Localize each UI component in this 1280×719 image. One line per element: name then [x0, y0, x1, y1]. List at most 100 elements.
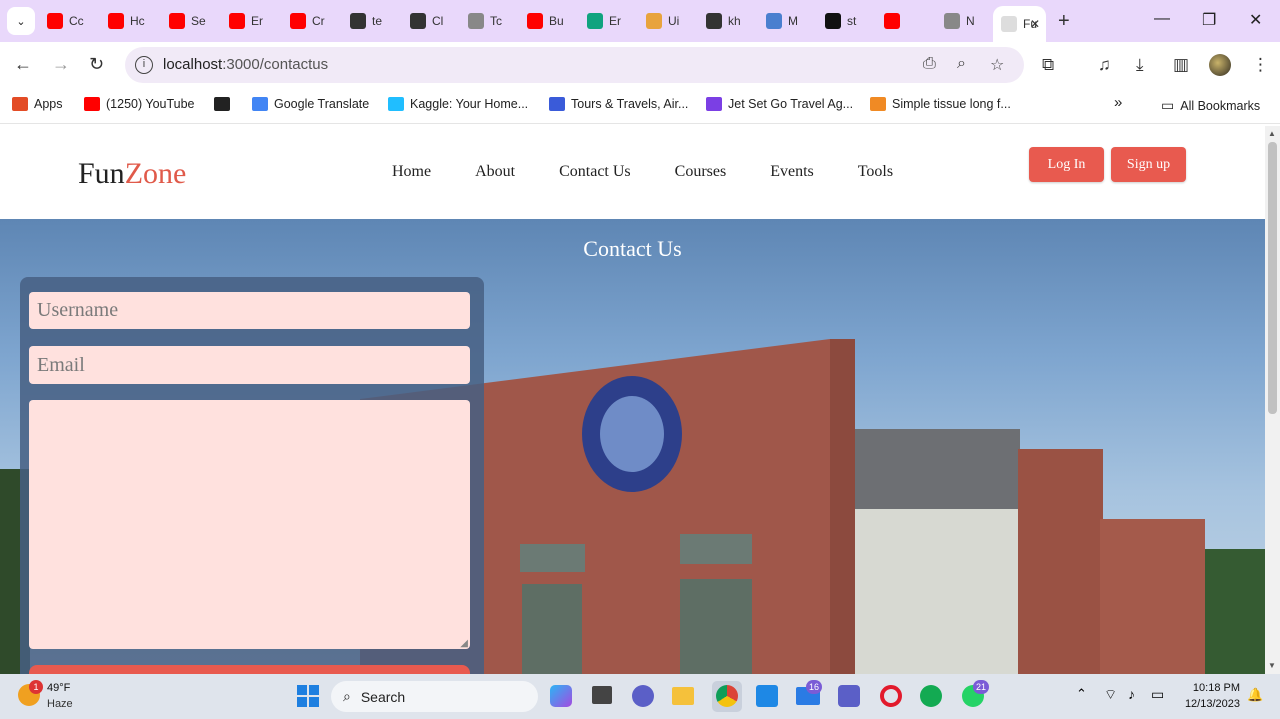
bookmark-item[interactable]: (1250) YouTube: [84, 97, 195, 111]
address-bar[interactable]: i localhost:3000/contactus ⎙ ⌕ ☆: [125, 47, 1024, 83]
browser-tab[interactable]: Hc: [108, 8, 145, 34]
page-title: Contact Us: [583, 236, 682, 261]
menu-icon[interactable]: ⋮: [1252, 55, 1269, 75]
scroll-up-icon[interactable]: ▲: [1268, 129, 1276, 138]
browser-tab[interactable]: N: [944, 8, 975, 34]
bookmark-icon: [252, 97, 268, 111]
show-hidden-icons[interactable]: ⌃: [1076, 686, 1087, 702]
opera-icon[interactable]: [880, 685, 902, 707]
bookmark-label: Simple tissue long f...: [892, 97, 1011, 111]
bookmark-icon: [12, 97, 28, 111]
bookmark-item[interactable]: [214, 97, 236, 111]
active-tab[interactable]: Fu ✕: [993, 6, 1046, 42]
zoom-icon[interactable]: ⌕: [957, 55, 966, 73]
tab-favicon: [884, 13, 900, 29]
bookmark-icon: [549, 97, 565, 111]
browser-tab[interactable]: Tc: [468, 8, 502, 34]
site-logo[interactable]: FunZone: [78, 157, 186, 191]
close-tab-icon[interactable]: ✕: [1030, 17, 1040, 31]
browser-tab[interactable]: Er: [229, 8, 263, 34]
page-viewport: FunZone Home About Contact Us Courses Ev…: [0, 126, 1265, 674]
side-panel-icon[interactable]: ▥: [1173, 55, 1189, 75]
mongodb-compass-icon[interactable]: [920, 685, 942, 707]
nav-home[interactable]: Home: [392, 163, 431, 181]
url-text[interactable]: localhost:3000/contactus: [163, 56, 328, 73]
browser-tab[interactable]: Bu: [527, 8, 564, 34]
windows-start-icon[interactable]: [297, 685, 319, 707]
clock-time[interactable]: 10:18 PM: [1182, 682, 1240, 694]
browser-tab[interactable]: Se: [169, 8, 206, 34]
taskbar-search[interactable]: ⌕ Search: [331, 681, 538, 712]
browser-tab[interactable]: te: [350, 8, 382, 34]
teams-meet-icon[interactable]: [632, 685, 654, 707]
bookmarks-overflow-icon[interactable]: »: [1114, 94, 1122, 111]
extensions-icon[interactable]: ⧉: [1042, 55, 1054, 75]
browser-tab[interactable]: kh: [706, 8, 741, 34]
bookmark-item[interactable]: Apps: [12, 97, 63, 111]
profile-avatar[interactable]: [1209, 54, 1231, 76]
bookmark-item[interactable]: Google Translate: [252, 97, 369, 111]
chrome-taskbar-button[interactable]: [712, 681, 742, 712]
browser-tab[interactable]: Cr: [290, 8, 325, 34]
nav-tools[interactable]: Tools: [858, 163, 893, 181]
tab-search-dropdown[interactable]: ⌄: [7, 7, 35, 35]
login-button[interactable]: Log In: [1029, 147, 1104, 182]
tab-label: Cr: [312, 14, 325, 28]
bookmark-label: Jet Set Go Travel Ag...: [728, 97, 854, 111]
taskbar: 1 49°F Haze ⌕ Search 16 21 ⌃ ⌔ ♪ ▭ 10:18…: [0, 674, 1280, 719]
install-app-icon[interactable]: ⎙: [923, 55, 936, 73]
bookmark-item[interactable]: Jet Set Go Travel Ag...: [706, 97, 853, 111]
browser-tab[interactable]: Cc: [47, 8, 84, 34]
close-window-button[interactable]: ✕: [1249, 10, 1262, 30]
browser-tab[interactable]: Er: [587, 8, 621, 34]
browser-tab[interactable]: st: [825, 8, 856, 34]
back-icon[interactable]: ←: [14, 54, 32, 75]
forward-icon[interactable]: →: [52, 54, 70, 75]
scroll-thumb[interactable]: [1268, 142, 1277, 414]
message-textarea[interactable]: ◢: [29, 400, 470, 649]
nav-events[interactable]: Events: [770, 163, 814, 181]
browser-tab[interactable]: Ui: [646, 8, 679, 34]
browser-tab[interactable]: [884, 8, 906, 34]
nav-courses[interactable]: Courses: [675, 163, 727, 181]
scroll-down-icon[interactable]: ▼: [1268, 661, 1276, 670]
volume-icon[interactable]: ♪: [1128, 686, 1135, 702]
download-icon[interactable]: ⤓: [1136, 55, 1144, 75]
tab-favicon: [410, 13, 426, 29]
signup-button[interactable]: Sign up: [1111, 147, 1186, 182]
teams-icon[interactable]: [838, 685, 860, 707]
bookmark-icon: [214, 97, 230, 111]
wifi-icon[interactable]: ⌔: [1104, 686, 1117, 704]
clock-date[interactable]: 12/13/2023: [1175, 698, 1240, 710]
maximize-button[interactable]: ❐: [1202, 10, 1216, 30]
page-scrollbar[interactable]: ▲ ▼: [1265, 126, 1280, 674]
nav-about[interactable]: About: [475, 163, 515, 181]
username-input[interactable]: Username: [29, 292, 470, 329]
bookmark-item[interactable]: Simple tissue long f...: [870, 97, 1011, 111]
all-bookmarks-folder[interactable]: ▭ All Bookmarks: [1161, 97, 1260, 114]
weather-desc: Haze: [47, 698, 73, 710]
bookmark-item[interactable]: Tours & Travels, Air...: [549, 97, 688, 111]
reload-icon[interactable]: ↻: [89, 54, 104, 75]
resize-handle-icon[interactable]: ◢: [460, 638, 468, 649]
vscode-icon[interactable]: [756, 685, 778, 707]
browser-tab[interactable]: Cl: [410, 8, 443, 34]
battery-icon[interactable]: ▭: [1151, 686, 1164, 703]
notification-bell-icon[interactable]: 🔔: [1247, 687, 1263, 703]
nav-contact-us[interactable]: Contact Us: [559, 163, 631, 181]
minimize-button[interactable]: —: [1154, 10, 1170, 28]
logo-part-2: Zone: [124, 157, 187, 190]
tab-label: Bu: [549, 14, 564, 28]
email-input[interactable]: Email: [29, 346, 470, 384]
browser-tab[interactable]: M: [766, 8, 798, 34]
bookmark-star-icon[interactable]: ☆: [990, 55, 1004, 75]
copilot-icon[interactable]: [550, 685, 572, 707]
submit-button[interactable]: [29, 665, 470, 674]
new-tab-button[interactable]: +: [1058, 10, 1070, 33]
media-control-icon[interactable]: ♫: [1098, 55, 1111, 75]
task-view-icon[interactable]: [592, 686, 612, 704]
file-explorer-icon[interactable]: [672, 687, 694, 705]
tab-favicon: [944, 13, 960, 29]
bookmark-item[interactable]: Kaggle: Your Home...: [388, 97, 528, 111]
site-info-icon[interactable]: i: [135, 56, 153, 74]
